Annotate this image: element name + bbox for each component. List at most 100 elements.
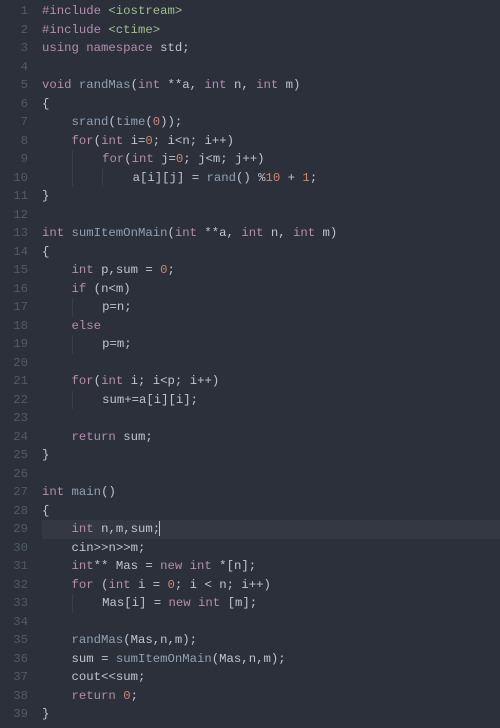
line-number: 4 <box>6 58 28 77</box>
code-line[interactable]: } <box>42 446 500 465</box>
token-punc: ; <box>220 152 235 166</box>
token-punc: , <box>278 226 293 240</box>
code-line[interactable]: if (n<m) <box>42 280 500 299</box>
token-punc: , <box>190 78 205 92</box>
token-punc: , <box>123 522 130 536</box>
code-line[interactable]: { <box>42 243 500 262</box>
token-id: Mas <box>102 596 124 610</box>
code-line[interactable]: p=m; <box>42 335 500 354</box>
code-line[interactable]: int p,sum = 0; <box>42 261 500 280</box>
code-line[interactable]: using namespace std; <box>42 39 500 58</box>
token-kw: int <box>42 485 72 499</box>
token-inc: #include <box>42 4 108 18</box>
line-number: 11 <box>6 187 28 206</box>
line-number: 14 <box>6 243 28 262</box>
code-line[interactable] <box>42 354 500 373</box>
code-line[interactable]: } <box>42 187 500 206</box>
code-editor[interactable]: 1234567891011121314151617181920212223242… <box>0 0 500 728</box>
token-id: m <box>263 652 270 666</box>
token-kw: new <box>169 596 199 610</box>
code-line[interactable] <box>42 409 500 428</box>
code-line[interactable]: Mas[i] = new int [m]; <box>42 594 500 613</box>
code-line[interactable]: a[i][j] = rand() %10 + 1; <box>42 169 500 188</box>
token-op: ++ <box>242 152 257 166</box>
code-line[interactable] <box>42 58 500 77</box>
token-punc: { <box>42 245 49 259</box>
token-call: time <box>116 115 146 129</box>
token-num: 10 <box>266 171 281 185</box>
token-op: >> <box>116 541 131 555</box>
token-id: m <box>286 78 293 92</box>
code-line[interactable]: #include <ctime> <box>42 21 500 40</box>
code-line[interactable] <box>42 465 500 484</box>
token-op: = <box>145 263 160 277</box>
code-line[interactable]: } <box>42 705 500 724</box>
token-punc: ] <box>177 171 192 185</box>
token-kw: int <box>72 263 102 277</box>
token-kw: int <box>293 226 323 240</box>
token-op: < <box>160 374 167 388</box>
code-line[interactable]: for (int i = 0; i < n; i++) <box>42 576 500 595</box>
code-line[interactable]: int n,m,sum; <box>42 520 500 539</box>
line-number: 25 <box>6 446 28 465</box>
code-line[interactable]: sum = sumItemOnMain(Mas,n,m); <box>42 650 500 669</box>
line-number: 2 <box>6 21 28 40</box>
code-line[interactable]: { <box>42 95 500 114</box>
code-line[interactable] <box>42 206 500 225</box>
code-line[interactable]: srand(time(0)); <box>42 113 500 132</box>
token-punc: [ <box>146 393 153 407</box>
code-line[interactable]: void randMas(int **a, int n, int m) <box>42 76 500 95</box>
code-line[interactable]: { <box>42 502 500 521</box>
code-line[interactable] <box>42 613 500 632</box>
code-line[interactable]: cout<<sum; <box>42 668 500 687</box>
code-line[interactable]: int main() <box>42 483 500 502</box>
code-line[interactable]: randMas(Mas,n,m); <box>42 631 500 650</box>
code-line[interactable]: for(int i; i<p; i++) <box>42 372 500 391</box>
code-line[interactable]: sum+=a[i][i]; <box>42 391 500 410</box>
token-num: 0 <box>160 263 167 277</box>
token-punc: ( <box>94 134 101 148</box>
token-punc: { <box>42 504 49 518</box>
token-op: += <box>124 393 139 407</box>
token-id: sum <box>102 393 124 407</box>
code-line[interactable]: return 0; <box>42 687 500 706</box>
code-line[interactable]: int sumItemOnMain(int **a, int n, int m) <box>42 224 500 243</box>
line-number: 5 <box>6 76 28 95</box>
code-line[interactable]: for(int i=0; i<n; i++) <box>42 132 500 151</box>
token-punc: ) <box>264 578 271 592</box>
code-line[interactable]: p=n; <box>42 298 500 317</box>
code-line[interactable]: #include <iostream> <box>42 2 500 21</box>
token-punc: ); <box>271 652 286 666</box>
line-number: 16 <box>6 280 28 299</box>
token-kw: else <box>72 319 102 333</box>
line-number: 31 <box>6 557 28 576</box>
token-punc: ; <box>124 337 131 351</box>
line-number: 8 <box>6 132 28 151</box>
line-number: 23 <box>6 409 28 428</box>
token-punc: ; <box>227 578 242 592</box>
token-punc: ]; <box>242 596 257 610</box>
code-area[interactable]: #include <iostream>#include <ctime>using… <box>38 0 500 728</box>
code-line[interactable]: for(int j=0; j<m; j++) <box>42 150 500 169</box>
line-number: 36 <box>6 650 28 669</box>
token-kw: using <box>42 41 86 55</box>
code-line[interactable]: cin>>n>>m; <box>42 539 500 558</box>
token-id: i <box>190 578 205 592</box>
token-id: n <box>249 652 256 666</box>
token-id: Mas <box>131 633 153 647</box>
token-kw: int <box>72 559 94 573</box>
code-line[interactable]: else <box>42 317 500 336</box>
token-id: n <box>182 134 189 148</box>
line-number: 29 <box>6 520 28 539</box>
token-punc: , <box>241 78 256 92</box>
token-kw: int <box>256 78 286 92</box>
line-number: 15 <box>6 261 28 280</box>
token-id: a <box>133 171 140 185</box>
token-punc: ; <box>310 171 317 185</box>
code-line[interactable]: int** Mas = new int *[n]; <box>42 557 500 576</box>
token-punc: , <box>108 263 115 277</box>
line-number: 12 <box>6 206 28 225</box>
token-fn: sumItemOnMain <box>72 226 168 240</box>
line-number: 21 <box>6 372 28 391</box>
code-line[interactable]: return sum; <box>42 428 500 447</box>
